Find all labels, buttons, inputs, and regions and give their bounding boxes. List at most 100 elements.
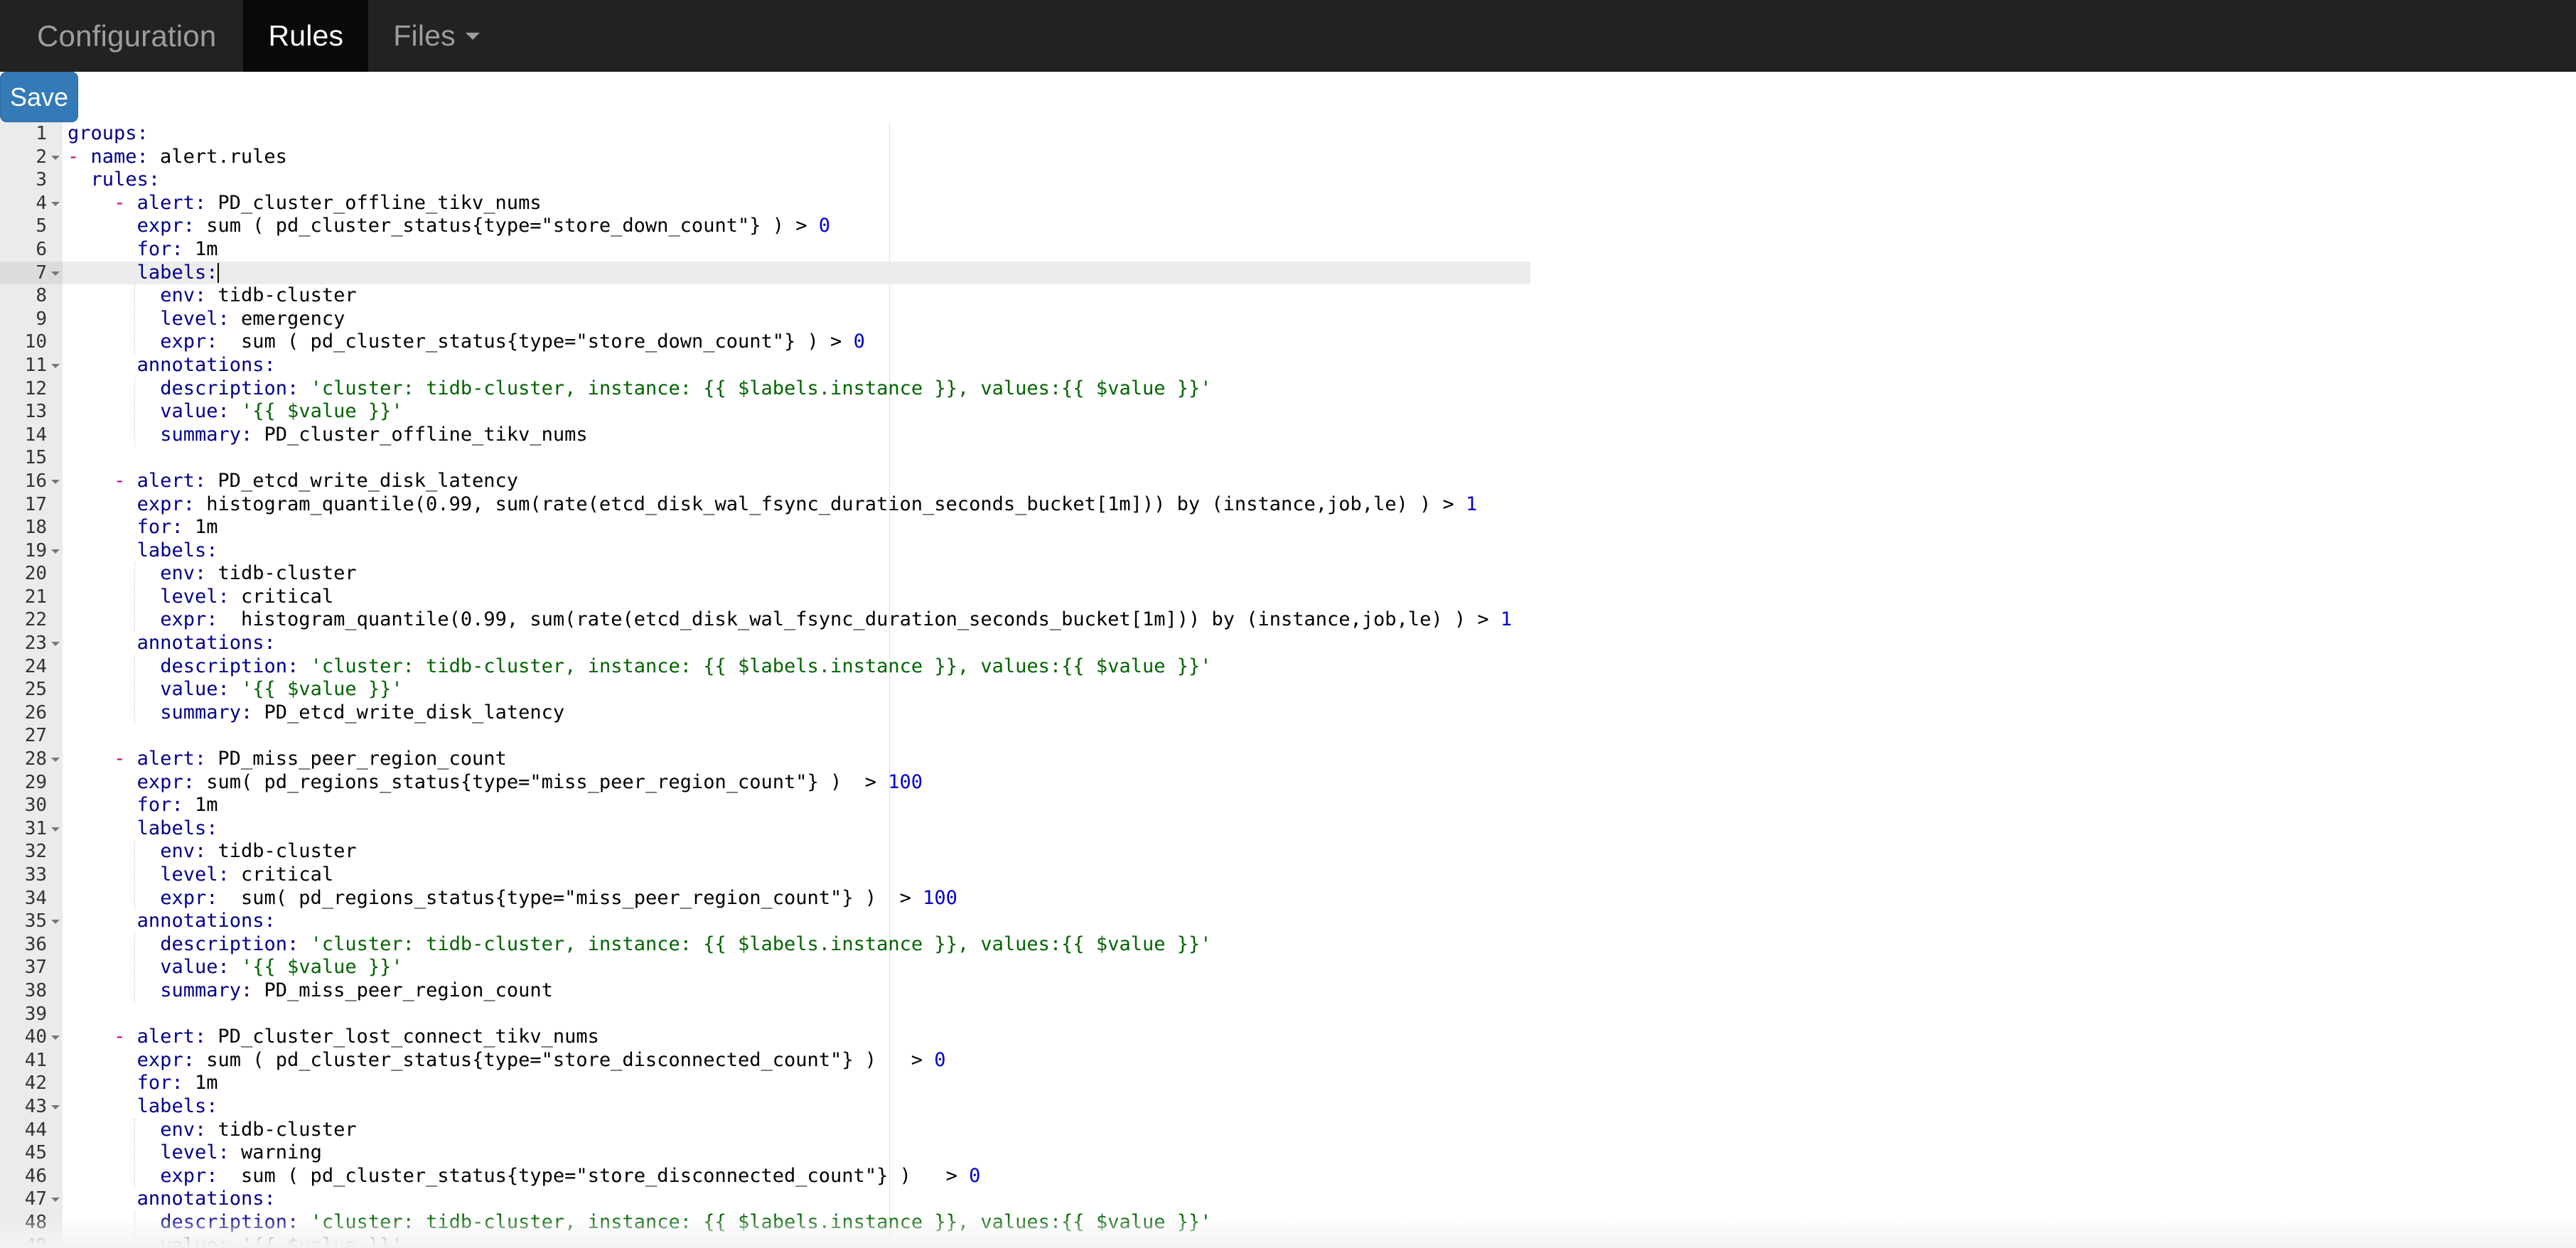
code-token-plain: tidb-cluster [206, 562, 356, 584]
editor-line[interactable]: 41expr: sum ( pd_cluster_status{type="st… [0, 1049, 2576, 1072]
code-token-k: labels: [137, 539, 218, 561]
editor-line-number: 20 [0, 562, 47, 586]
editor-line[interactable]: 7labels: [0, 262, 2576, 285]
editor-line-number: 22 [0, 608, 47, 632]
editor-line[interactable]: 38summary: PD_miss_peer_region_count [0, 979, 2576, 1003]
editor-line[interactable]: 15 [0, 446, 2576, 470]
editor-line[interactable]: 8env: tidb-cluster [0, 284, 2576, 308]
editor-line[interactable]: 10expr: sum ( pd_cluster_status{type="st… [0, 330, 2576, 354]
editor-line[interactable]: 22expr: histogram_quantile(0.99, sum(rat… [0, 608, 2576, 632]
code-fold-triangle-icon[interactable] [51, 480, 60, 484]
editor-line[interactable]: 34expr: sum( pd_regions_status{type="mis… [0, 887, 2576, 910]
editor-line-number: 32 [0, 840, 47, 864]
editor-line[interactable]: 14summary: PD_cluster_offline_tikv_nums [0, 424, 2576, 447]
code-fold-triangle-icon[interactable] [51, 271, 60, 276]
editor-line[interactable]: 40- alert: PD_cluster_lost_connect_tikv_… [0, 1026, 2576, 1049]
editor-line[interactable]: 44env: tidb-cluster [0, 1119, 2576, 1142]
editor-line[interactable]: 6for: 1m [0, 238, 2576, 262]
code-fold-triangle-icon[interactable] [51, 549, 60, 554]
editor-line-content: for: 1m [137, 238, 218, 262]
code-fold-triangle-icon[interactable] [51, 758, 60, 762]
code-fold-triangle-icon[interactable] [51, 1105, 60, 1109]
editor-line[interactable]: 18for: 1m [0, 516, 2576, 539]
editor-line[interactable]: 45level: warning [0, 1141, 2576, 1165]
code-fold-triangle-icon[interactable] [51, 1035, 60, 1040]
editor-line[interactable]: 49value: '{{ $value }}' [0, 1234, 2576, 1248]
code-token-plain: sum ( pd_cluster_status{type="store_down… [218, 330, 854, 353]
editor-line[interactable]: 2- name: alert.rules [0, 146, 2576, 169]
code-fold-triangle-icon[interactable] [51, 920, 60, 924]
editor-line[interactable]: 23annotations: [0, 632, 2576, 655]
editor-line[interactable]: 16- alert: PD_etcd_write_disk_latency [0, 470, 2576, 493]
editor-line[interactable]: 42for: 1m [0, 1072, 2576, 1095]
yaml-code-editor[interactable]: 1groups:2- name: alert.rules3rules:4- al… [0, 122, 2576, 1248]
code-token-k: for: [137, 794, 183, 816]
editor-line[interactable]: 48description: 'cluster: tidb-cluster, i… [0, 1211, 2576, 1234]
editor-code-area[interactable]: 1groups:2- name: alert.rules3rules:4- al… [0, 122, 2576, 1248]
editor-line[interactable]: 35annotations: [0, 910, 2576, 933]
code-fold-triangle-icon[interactable] [51, 156, 60, 160]
editor-line[interactable]: 47annotations: [0, 1188, 2576, 1211]
editor-line[interactable]: 12description: 'cluster: tidb-cluster, i… [0, 377, 2576, 401]
code-token-str: '{{ $value }}' [230, 400, 403, 422]
editor-line[interactable]: 30for: 1m [0, 794, 2576, 817]
editor-line[interactable]: 11annotations: [0, 354, 2576, 377]
code-fold-triangle-icon[interactable] [51, 364, 60, 368]
editor-line[interactable]: 24description: 'cluster: tidb-cluster, i… [0, 655, 2576, 679]
editor-line[interactable]: 28- alert: PD_miss_peer_region_count [0, 748, 2576, 771]
save-button[interactable]: Save [0, 72, 78, 122]
code-token-plain: tidb-cluster [206, 1119, 356, 1141]
editor-line[interactable]: 13value: '{{ $value }}' [0, 400, 2576, 424]
editor-line[interactable]: 5expr: sum ( pd_cluster_status{type="sto… [0, 215, 2576, 238]
editor-line-number: 37 [0, 956, 47, 979]
editor-line[interactable]: 31labels: [0, 817, 2576, 841]
editor-line[interactable]: 27 [0, 724, 2576, 748]
code-token-k: groups: [68, 122, 149, 144]
editor-line-content: summary: PD_cluster_offline_tikv_nums [160, 424, 587, 447]
editor-line[interactable]: 20env: tidb-cluster [0, 562, 2576, 586]
editor-line[interactable]: 36description: 'cluster: tidb-cluster, i… [0, 933, 2576, 957]
editor-line-number: 24 [0, 655, 47, 679]
editor-line[interactable]: 37value: '{{ $value }}' [0, 956, 2576, 979]
editor-line[interactable]: 17expr: histogram_quantile(0.99, sum(rat… [0, 493, 2576, 517]
editor-line[interactable]: 4- alert: PD_cluster_offline_tikv_nums [0, 192, 2576, 215]
editor-line-content: level: critical [160, 586, 333, 609]
editor-line[interactable]: 33level: critical [0, 864, 2576, 887]
nav-tab-rules[interactable]: Rules [243, 0, 368, 72]
editor-line-number: 49 [0, 1234, 47, 1248]
editor-line-number: 44 [0, 1119, 47, 1142]
editor-line[interactable]: 19 labels: [0, 539, 2576, 563]
code-fold-triangle-icon[interactable] [51, 202, 60, 206]
editor-line-number: 19 [0, 539, 47, 563]
code-token-k: description: [160, 377, 299, 399]
editor-line-content: labels: [137, 817, 218, 841]
code-token-k: annotations: [137, 632, 276, 654]
editor-line[interactable]: 32env: tidb-cluster [0, 840, 2576, 864]
editor-line-content: - name: alert.rules [68, 146, 287, 169]
editor-line[interactable]: 9level: emergency [0, 308, 2576, 331]
code-token-k: expr: [137, 771, 195, 793]
editor-line-number: 28 [0, 748, 47, 771]
nav-tab-files[interactable]: Files [368, 0, 501, 72]
editor-line[interactable]: 26summary: PD_etcd_write_disk_latency [0, 701, 2576, 725]
nav-brand-configuration[interactable]: Configuration [0, 0, 243, 72]
editor-line[interactable]: 29expr: sum( pd_regions_status{type="mis… [0, 771, 2576, 795]
code-fold-triangle-icon[interactable] [51, 827, 60, 832]
editor-line[interactable]: 3rules: [0, 168, 2576, 192]
editor-line[interactable]: 21level: critical [0, 586, 2576, 609]
editor-line[interactable]: 25value: '{{ $value }}' [0, 678, 2576, 701]
code-token-k: labels: [137, 1095, 218, 1117]
editor-line-number: 11 [0, 354, 47, 377]
editor-line-content: labels: [137, 1095, 218, 1119]
code-fold-triangle-icon[interactable] [51, 642, 60, 646]
editor-line[interactable]: 1groups: [0, 122, 2576, 146]
editor-line-number: 15 [0, 446, 47, 470]
editor-line-number: 29 [0, 771, 47, 795]
code-token-dash: - [114, 470, 137, 492]
editor-line[interactable]: 39 [0, 1003, 2576, 1026]
editor-line[interactable]: 46expr: sum ( pd_cluster_status{type="st… [0, 1165, 2576, 1188]
editor-line[interactable]: 43labels: [0, 1095, 2576, 1119]
editor-line-content: expr: sum ( pd_cluster_status{type="stor… [137, 1049, 946, 1072]
code-token-k: annotations: [137, 910, 276, 932]
code-fold-triangle-icon[interactable] [51, 1198, 60, 1202]
